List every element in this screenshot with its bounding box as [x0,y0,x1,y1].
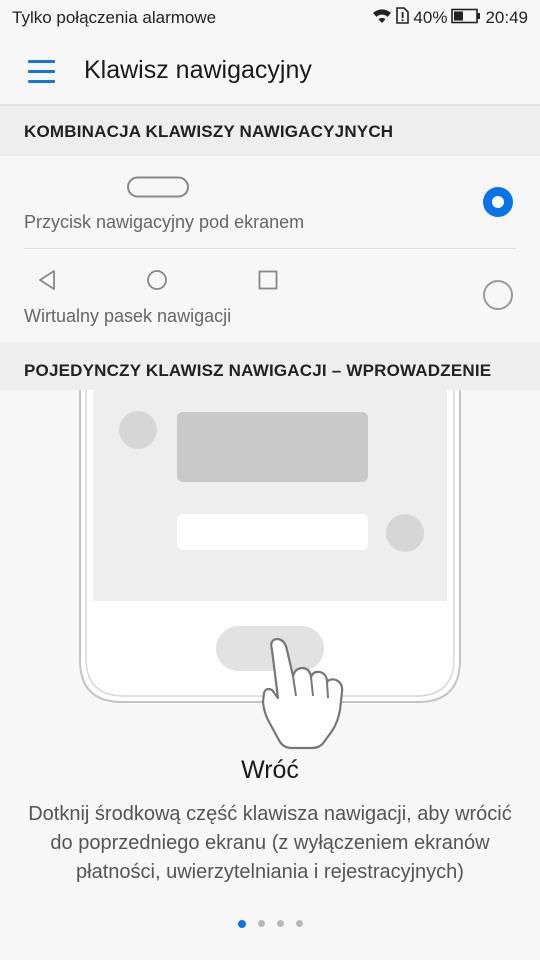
gesture-description: Dotknij środkową część klawisza nawigacj… [28,803,512,883]
section-header-combination-label: KOMBINACJA KLAWISZY NAWIGACYJNYCH [24,122,394,141]
section-header-combination: KOMBINACJA KLAWISZY NAWIGACYJNYCH [0,106,540,156]
gesture-title: Wróć [241,756,299,784]
clock: 20:49 [485,8,528,27]
carrier-text: Tylko połączenia alarmowe [12,8,217,27]
app-bar: Klawisz nawigacyjny [0,38,540,106]
option-virtual-nav-bar-label: Wirtualny pasek nawigacji [24,306,232,326]
wifi-icon [372,8,392,29]
section-header-intro: POJEDYNCZY KLAWISZ NAWIGACJI – WPROWADZE… [0,342,540,390]
hamburger-icon[interactable] [28,60,56,84]
page-dot-2[interactable] [257,920,265,927]
section-header-intro-label: POJEDYNCZY KLAWISZ NAWIGACJI – WPROWADZE… [24,361,492,380]
battery-percent: 40% [413,8,448,27]
home-circle-icon [147,270,167,290]
status-icons: 40% 20:49 [372,7,528,29]
page-dot-4[interactable] [295,920,303,927]
radio-virtual-nav-bar[interactable] [483,280,513,310]
page-dot-3[interactable] [276,920,284,927]
option-physical-nav-button-label: Przycisk nawigacyjny pod ekranem [24,212,305,232]
nav-pill-icon [127,176,189,198]
option-physical-nav-button[interactable]: Przycisk nawigacyjny pod ekranem [0,156,540,249]
radio-physical-nav-button[interactable] [483,187,513,217]
hand-pointer-icon [261,638,344,750]
back-triangle-icon [39,270,55,290]
battery-icon [451,8,481,29]
sim-alert-icon [396,7,410,29]
recents-square-icon [258,270,278,290]
page-indicator [0,920,540,928]
page-dot-1[interactable] [237,920,246,928]
status-bar: Tylko połączenia alarmowe 40% 20:49 [0,0,540,38]
page-title: Klawisz nawigacyjny [84,56,312,84]
option-virtual-nav-bar[interactable]: Wirtualny pasek nawigacji [0,249,540,342]
